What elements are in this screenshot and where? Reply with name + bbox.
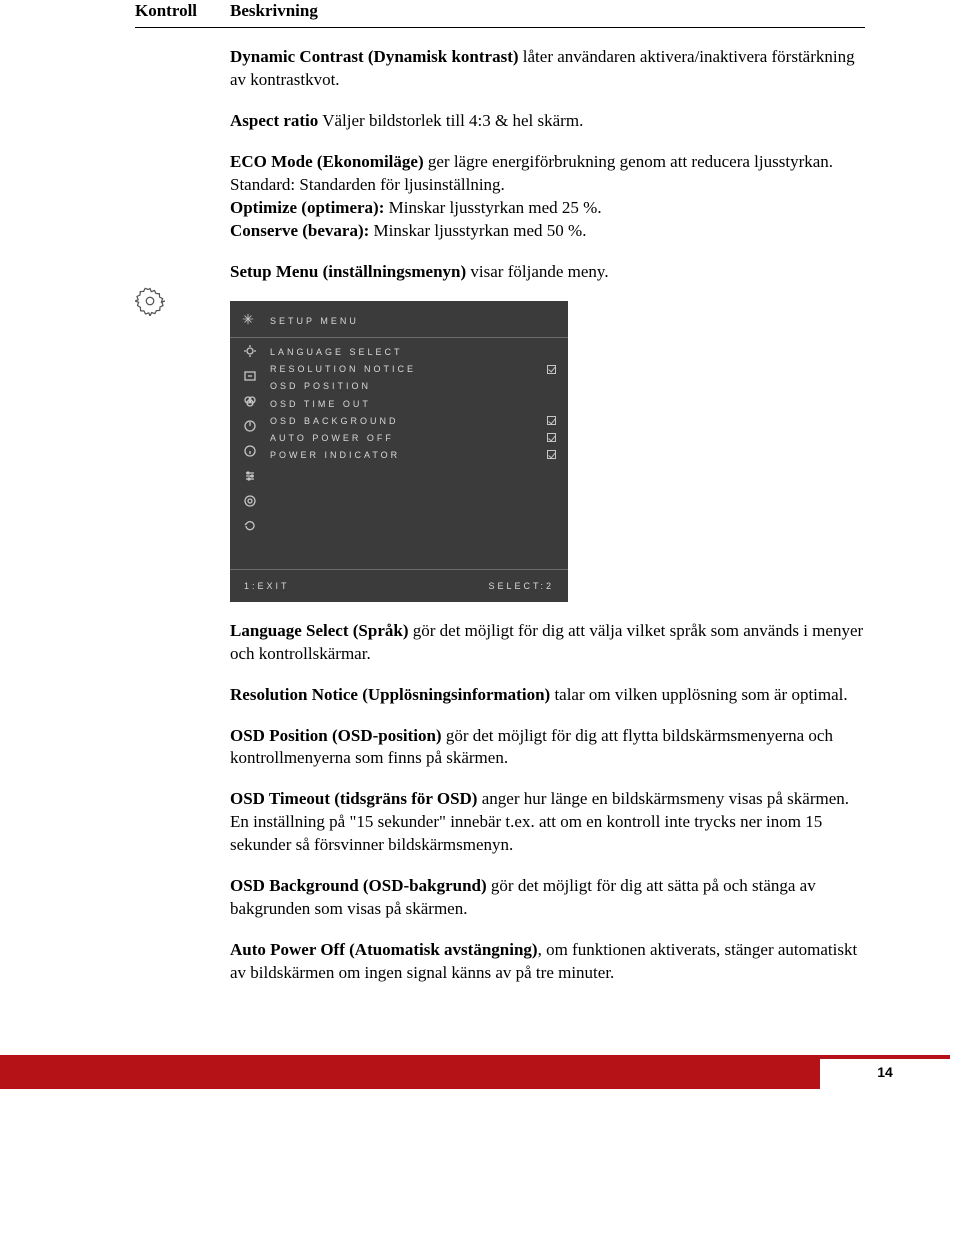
- footer-red-bar: [0, 1055, 820, 1089]
- para-auto-power-off: Auto Power Off (Atuomatisk avstängning),…: [230, 939, 865, 985]
- osd-item-label: LANGUAGE SELECT: [270, 346, 403, 358]
- color-icon: [243, 394, 257, 408]
- page-number: 14: [820, 1055, 950, 1089]
- para-eco-mode: ECO Mode (Ekonomiläge) ger lägre energif…: [230, 151, 865, 243]
- bold-label: Dynamic Contrast (Dynamisk kontrast): [230, 47, 519, 66]
- info-icon: [243, 444, 257, 458]
- osd-item-label: POWER INDICATOR: [270, 449, 400, 461]
- bold-label: Aspect ratio: [230, 111, 318, 130]
- bold-label: Auto Power Off (Atuomatisk avstängning): [230, 940, 538, 959]
- para-setup-menu: Setup Menu (inställningsmenyn) visar föl…: [230, 261, 865, 284]
- para-text: Väljer bildstorlek till 4:3 & hel skärm.: [318, 111, 583, 130]
- header-kontroll: Kontroll: [135, 0, 230, 23]
- checkbox-checked-icon: [547, 433, 556, 442]
- para-text: visar följande meny.: [466, 262, 608, 281]
- osd-item-language: LANGUAGE SELECT: [270, 344, 556, 361]
- checkbox-checked-icon: [547, 365, 556, 374]
- para-text: Minskar ljusstyrkan med 50 %.: [369, 221, 586, 240]
- osd-item-label: RESOLUTION NOTICE: [270, 363, 416, 375]
- osd-body: LANGUAGE SELECT RESOLUTION NOTICE OSD PO…: [230, 344, 568, 569]
- osd-item-label: AUTO POWER OFF: [270, 432, 394, 444]
- checkbox-checked-icon: [547, 416, 556, 425]
- para-osd-position: OSD Position (OSD-position) gör det möjl…: [230, 725, 865, 771]
- para-text: Minskar ljusstyrkan med 25 %.: [384, 198, 601, 217]
- para-text: talar om vilken upplösning som är optima…: [550, 685, 847, 704]
- osd-title-icon: [242, 313, 270, 328]
- osd-item-powerindicator: POWER INDICATOR: [270, 446, 556, 463]
- bold-label: OSD Position (OSD-position): [230, 726, 442, 745]
- osd-sidebar: [230, 344, 270, 569]
- para-osd-timeout: OSD Timeout (tidsgräns för OSD) anger hu…: [230, 788, 865, 857]
- osd-menu-list: LANGUAGE SELECT RESOLUTION NOTICE OSD PO…: [270, 344, 568, 569]
- table-header-row: Kontroll Beskrivning: [135, 0, 865, 28]
- osd-item-timeout: OSD TIME OUT: [270, 395, 556, 412]
- header-beskrivning: Beskrivning: [230, 0, 865, 23]
- page-footer: 14: [0, 1055, 960, 1089]
- page: Kontroll Beskrivning Dynamic Contrast (D…: [0, 0, 960, 1003]
- gear-icon: [135, 286, 230, 323]
- bold-label: OSD Background (OSD-bakgrund): [230, 876, 487, 895]
- para-aspect-ratio: Aspect ratio Väljer bildstorlek till 4:3…: [230, 110, 865, 133]
- brightness-icon: [243, 344, 257, 358]
- bold-label: Resolution Notice (Upplösningsinformatio…: [230, 685, 550, 704]
- bold-label: ECO Mode (Ekonomiläge): [230, 152, 424, 171]
- osd-screenshot: SETUP MENU LANGUAGE SELE: [230, 301, 568, 601]
- osd-title: SETUP MENU: [270, 315, 359, 327]
- para-resolution-notice: Resolution Notice (Upplösningsinformatio…: [230, 684, 865, 707]
- footer-right-pad: [950, 1055, 960, 1089]
- para-dynamic-contrast: Dynamic Contrast (Dynamisk kontrast) låt…: [230, 46, 865, 92]
- osd-item-background: OSD BACKGROUND: [270, 412, 556, 429]
- osd-item-label: OSD TIME OUT: [270, 398, 371, 410]
- osd-item-autopoweroff: AUTO POWER OFF: [270, 429, 556, 446]
- bold-label: OSD Timeout (tidsgräns för OSD): [230, 789, 477, 808]
- bold-label: Setup Menu (inställningsmenyn): [230, 262, 466, 281]
- osd-footer: 1:EXIT SELECT:2: [230, 569, 568, 602]
- bold-label: Language Select (Språk): [230, 621, 409, 640]
- osd-title-row: SETUP MENU: [230, 309, 568, 334]
- osd-item-label: OSD BACKGROUND: [270, 415, 399, 427]
- adjust-icon: [243, 469, 257, 483]
- para-standard: Standard: Standarden för ljusinställning…: [230, 174, 865, 197]
- beskrivning-column: Dynamic Contrast (Dynamisk kontrast) låt…: [230, 46, 865, 1003]
- content-row: Dynamic Contrast (Dynamisk kontrast) låt…: [135, 46, 865, 1003]
- para-osd-background: OSD Background (OSD-bakgrund) gör det mö…: [230, 875, 865, 921]
- power-icon: [243, 419, 257, 433]
- para-language-select: Language Select (Språk) gör det möjligt …: [230, 620, 865, 666]
- setup-icon: [243, 494, 257, 508]
- reset-icon: [243, 519, 257, 533]
- checkbox-checked-icon: [547, 450, 556, 459]
- osd-item-label: OSD POSITION: [270, 380, 371, 392]
- bold-label: Conserve (bevara):: [230, 221, 369, 240]
- para-text: ger lägre energiförbrukning genom att re…: [424, 152, 833, 171]
- osd-item-resolution: RESOLUTION NOTICE: [270, 361, 556, 378]
- osd-divider: [230, 337, 568, 338]
- osd-item-position: OSD POSITION: [270, 378, 556, 395]
- osd-exit-hint: 1:EXIT: [244, 580, 290, 592]
- bold-label: Optimize (optimera):: [230, 198, 384, 217]
- osd-select-hint: SELECT:2: [488, 580, 554, 592]
- kontroll-column: [135, 46, 230, 1003]
- input-icon: [243, 369, 257, 383]
